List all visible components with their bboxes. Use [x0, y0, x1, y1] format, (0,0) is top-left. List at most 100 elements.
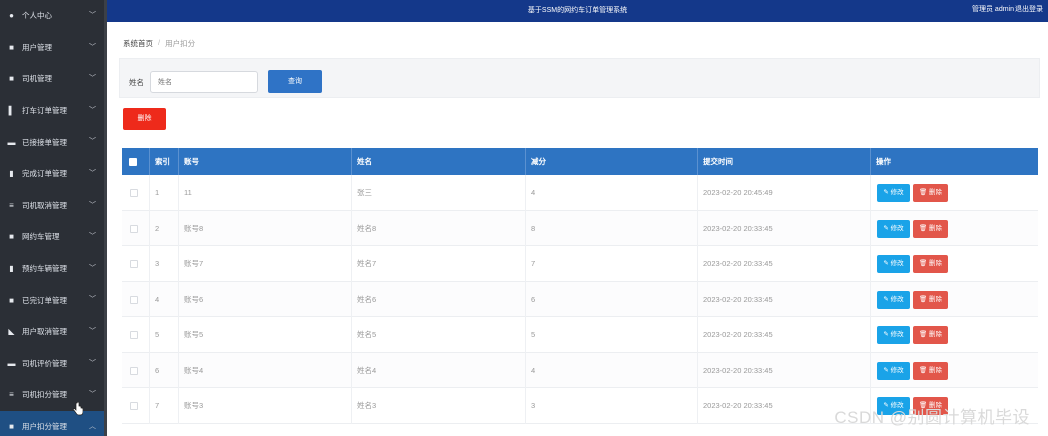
cell-name: 姓名7 — [352, 246, 526, 282]
cell-deduct: 7 — [526, 246, 698, 282]
chevron-up-icon: ︿ — [89, 422, 96, 430]
sidebar-item[interactable]: ● 个人中心 ﹀ — [0, 0, 104, 32]
table-row: 5 账号5 姓名5 5 2023-02-20 20:33:45 ✎ 修改 🗑 删除 — [122, 317, 1038, 353]
thumb-icon: ◣ — [8, 327, 15, 337]
logout-link[interactable]: 退出登录 — [1015, 4, 1043, 14]
cell-name: 姓名5 — [352, 317, 526, 353]
sidebar-item[interactable]: ■ 网约车管理 ﹀ — [0, 221, 104, 253]
chevron-down-icon: ﹀ — [89, 43, 96, 51]
cell-deduct: 3 — [526, 388, 698, 424]
cell-name: 姓名6 — [352, 281, 526, 317]
sidebar-item-label: 打车订单管理 — [22, 106, 67, 116]
row-delete-button[interactable]: 🗑 删除 — [913, 326, 948, 344]
row-checkbox[interactable] — [130, 189, 138, 197]
table-row: 1 11 张三 4 2023-02-20 20:45:49 ✎ 修改 🗑 删除 — [122, 175, 1038, 211]
sidebar-item-label: 用户管理 — [22, 42, 52, 52]
sidebar-item[interactable]: ▮ 完成订单管理 ﹀ — [0, 158, 104, 190]
sidebar-item-label: 已接接单管理 — [22, 137, 67, 147]
select-all-cell — [122, 148, 150, 175]
sidebar-item[interactable]: ■ 已完订单管理 ﹀ — [0, 284, 104, 316]
breadcrumb: 系统首页 / 用户扣分 — [123, 38, 195, 49]
cell-deduct: 5 — [526, 317, 698, 353]
cell-submit-time: 2023-02-20 20:33:45 — [698, 352, 871, 388]
search-button[interactable]: 查询 — [268, 70, 322, 93]
cell-name: 张三 — [352, 175, 526, 211]
watermark: CSDN @别圆计算机毕设 — [834, 408, 1030, 427]
sidebar-item[interactable]: ▬ 司机评价管理 ﹀ — [0, 348, 104, 380]
cell-deduct: 6 — [526, 281, 698, 317]
search-panel: 姓名 查询 — [119, 58, 1040, 98]
cell-submit-time: 2023-02-20 20:33:45 — [698, 281, 871, 317]
menu-icon: ≡ — [9, 390, 14, 400]
breadcrumb-home[interactable]: 系统首页 — [123, 38, 153, 49]
cell-account: 11 — [179, 175, 352, 211]
breadcrumb-current: 用户扣分 — [165, 39, 196, 48]
cell-submit-time: 2023-02-20 20:33:45 — [698, 246, 871, 282]
row-edit-button[interactable]: ✎ 修改 — [877, 290, 910, 309]
sidebar: ● 个人中心 ﹀ ■ 用户管理 ﹀ ■ 司机管理 ﹀ ▌ 打车订单管理 ﹀ ▬ 已接接单管理 ﹀ ▮ 完成订单管… — [0, 0, 107, 436]
sidebar-item-label: 网约车管理 — [22, 232, 60, 242]
cell-submit-time: 2023-02-20 20:33:45 — [698, 317, 871, 353]
top-bar: 基于SSM的网约车订单管理系统 管理员 admin 退出登录 — [107, 0, 1048, 22]
chevron-down-icon: ﹀ — [89, 170, 96, 177]
sidebar-item[interactable]: ■ 用户管理 ﹀ — [0, 32, 104, 64]
row-checkbox[interactable] — [130, 402, 138, 410]
sidebar-item-label: 预约车辆管理 — [22, 264, 67, 274]
row-delete-button[interactable]: 🗑 删除 — [913, 184, 948, 202]
select-all-checkbox[interactable] — [129, 158, 137, 166]
row-select-cell — [122, 388, 150, 424]
row-edit-button[interactable]: ✎ 修改 — [877, 361, 910, 380]
cell-index: 6 — [150, 352, 179, 388]
row-delete-button[interactable]: 🗑 删除 — [913, 361, 948, 380]
cell-account: 账号5 — [179, 317, 352, 353]
sidebar-item[interactable]: ▌ 打车订单管理 ﹀ — [0, 95, 104, 127]
batch-delete-button[interactable]: 删除 — [123, 108, 166, 130]
app-root: ● 个人中心 ﹀ ■ 用户管理 ﹀ ■ 司机管理 ﹀ ▌ 打车订单管理 ﹀ ▬ 已接接单管理 ﹀ ▮ 完成订单管… — [0, 0, 1048, 436]
sidebar-item[interactable]: ■ 司机管理 ﹀ — [0, 63, 104, 95]
sidebar-item[interactable]: ≡ 司机扣分管理 ﹀ — [0, 379, 104, 411]
row-checkbox[interactable] — [130, 260, 138, 268]
header-account: 账号 — [179, 148, 352, 175]
name-search-input[interactable] — [150, 71, 258, 93]
cell-submit-time: 2023-02-20 20:45:49 — [698, 175, 871, 211]
header-index: 索引 — [150, 148, 179, 175]
sidebar-item[interactable]: ≡ 司机取消管理 ﹀ — [0, 190, 104, 222]
cell-name: 姓名8 — [352, 210, 526, 246]
row-select-cell — [122, 281, 150, 317]
cell-index: 5 — [150, 317, 179, 353]
row-checkbox[interactable] — [130, 331, 138, 339]
row-delete-button[interactable]: 🗑 删除 — [913, 219, 948, 238]
row-select-cell — [122, 352, 150, 388]
ticket-icon: ▬ — [7, 358, 16, 368]
sidebar-item-label: 司机扣分管理 — [22, 390, 67, 400]
sidebar-item[interactable]: ◣ 用户取消管理 ﹀ — [0, 316, 104, 348]
cell-index: 1 — [150, 175, 179, 211]
sidebar-item[interactable]: ■ 用户扣分管理 ︿ — [0, 410, 104, 436]
row-delete-button[interactable]: 🗑 删除 — [913, 290, 948, 309]
sidebar-item-label: 司机取消管理 — [22, 200, 67, 210]
row-actions-cell: ✎ 修改 🗑 删除 — [871, 317, 1038, 353]
sidebar-item[interactable]: ▬ 已接接单管理 ﹀ — [0, 126, 104, 158]
row-select-cell — [122, 175, 150, 211]
row-delete-button[interactable]: 🗑 删除 — [913, 255, 948, 273]
row-select-cell — [122, 317, 150, 353]
row-checkbox[interactable] — [130, 366, 138, 375]
row-actions-cell: ✎ 修改 🗑 删除 — [871, 246, 1038, 282]
person-icon: ● — [9, 11, 14, 21]
header-submit-time: 提交时间 — [698, 148, 871, 175]
row-edit-button[interactable]: ✎ 修改 — [877, 219, 910, 238]
row-edit-button[interactable]: ✎ 修改 — [877, 326, 910, 344]
row-checkbox[interactable] — [130, 295, 138, 304]
document-icon: ▮ — [9, 169, 14, 179]
row-checkbox[interactable] — [130, 224, 138, 233]
sidebar-item[interactable]: ▮ 预约车辆管理 ﹀ — [0, 253, 104, 285]
row-edit-button[interactable]: ✎ 修改 — [877, 184, 910, 202]
cell-index: 4 — [150, 281, 179, 317]
row-actions-cell: ✎ 修改 🗑 删除 — [871, 353, 1038, 389]
table-header: 索引 账号 姓名 减分 提交时间 操作 — [122, 148, 1038, 175]
chevron-down-icon: ﹀ — [89, 359, 96, 367]
chevron-down-icon: ﹀ — [89, 296, 96, 304]
chevron-down-icon: ﹀ — [89, 264, 96, 272]
row-edit-button[interactable]: ✎ 修改 — [877, 255, 910, 273]
hand-cursor-icon — [73, 402, 83, 416]
